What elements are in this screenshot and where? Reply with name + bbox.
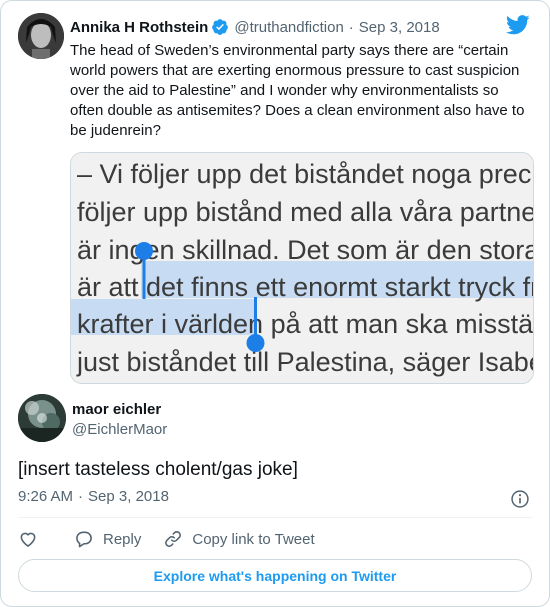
quoted-tweet-header: Annika H Rothstein @truthandfiction · Se… xyxy=(70,16,529,38)
copy-link-label: Copy link to Tweet xyxy=(192,530,315,548)
explore-twitter-button[interactable]: Explore what's happening on Twitter xyxy=(18,559,532,592)
media-line-2: följer upp bistånd med alla våra partner… xyxy=(77,197,534,227)
tweet-timestamp[interactable]: 9:26 AM · Sep 3, 2018 xyxy=(18,488,169,505)
media-line-1: – Vi följer upp det biståndet noga preci… xyxy=(77,159,534,189)
media-line-6: just biståndet till Palestina, säger Isa… xyxy=(76,347,534,377)
quoted-author-name[interactable]: Annika H Rothstein xyxy=(70,19,208,36)
tweet-time[interactable]: 9:26 AM xyxy=(18,488,73,505)
reply-label: Reply xyxy=(103,530,142,548)
author-handle[interactable]: @EichlerMaor xyxy=(72,421,167,438)
tweet-actions: Reply Copy link to Tweet xyxy=(18,527,315,551)
verified-badge-icon xyxy=(211,18,229,36)
quoted-tweet-image[interactable]: – Vi följer upp det biståndet noga preci… xyxy=(70,152,534,384)
quoted-author-handle[interactable]: @truthandfiction xyxy=(234,19,343,36)
heart-icon xyxy=(20,532,36,547)
author-avatar[interactable] xyxy=(18,394,66,442)
info-icon[interactable] xyxy=(510,489,530,509)
quoted-tweet-text: The head of Sweden’s environmental party… xyxy=(70,42,525,139)
tweet-text: [insert tasteless cholent/gas joke] xyxy=(18,459,298,480)
twitter-bird-icon[interactable] xyxy=(506,15,530,35)
media-line-4: är att det finns ett enormt starkt tryck… xyxy=(77,272,534,302)
reply-icon xyxy=(76,531,92,548)
header-separator: · xyxy=(348,18,354,36)
tweet-date[interactable]: Sep 3, 2018 xyxy=(88,488,169,505)
link-icon xyxy=(165,531,182,547)
reply-button[interactable]: Reply xyxy=(74,529,141,549)
like-button[interactable] xyxy=(18,529,38,549)
author-name[interactable]: maor eichler xyxy=(72,401,161,418)
quoted-author-avatar[interactable] xyxy=(18,13,64,59)
copy-link-button[interactable]: Copy link to Tweet xyxy=(163,529,315,549)
quoted-tweet-date[interactable]: Sep 3, 2018 xyxy=(359,19,440,36)
timestamp-separator: · xyxy=(78,488,84,505)
media-line-5: krafter i världen på att man ska misstän… xyxy=(77,309,534,339)
embedded-tweet-card: Annika H Rothstein @truthandfiction · Se… xyxy=(0,0,550,607)
divider xyxy=(18,517,532,518)
